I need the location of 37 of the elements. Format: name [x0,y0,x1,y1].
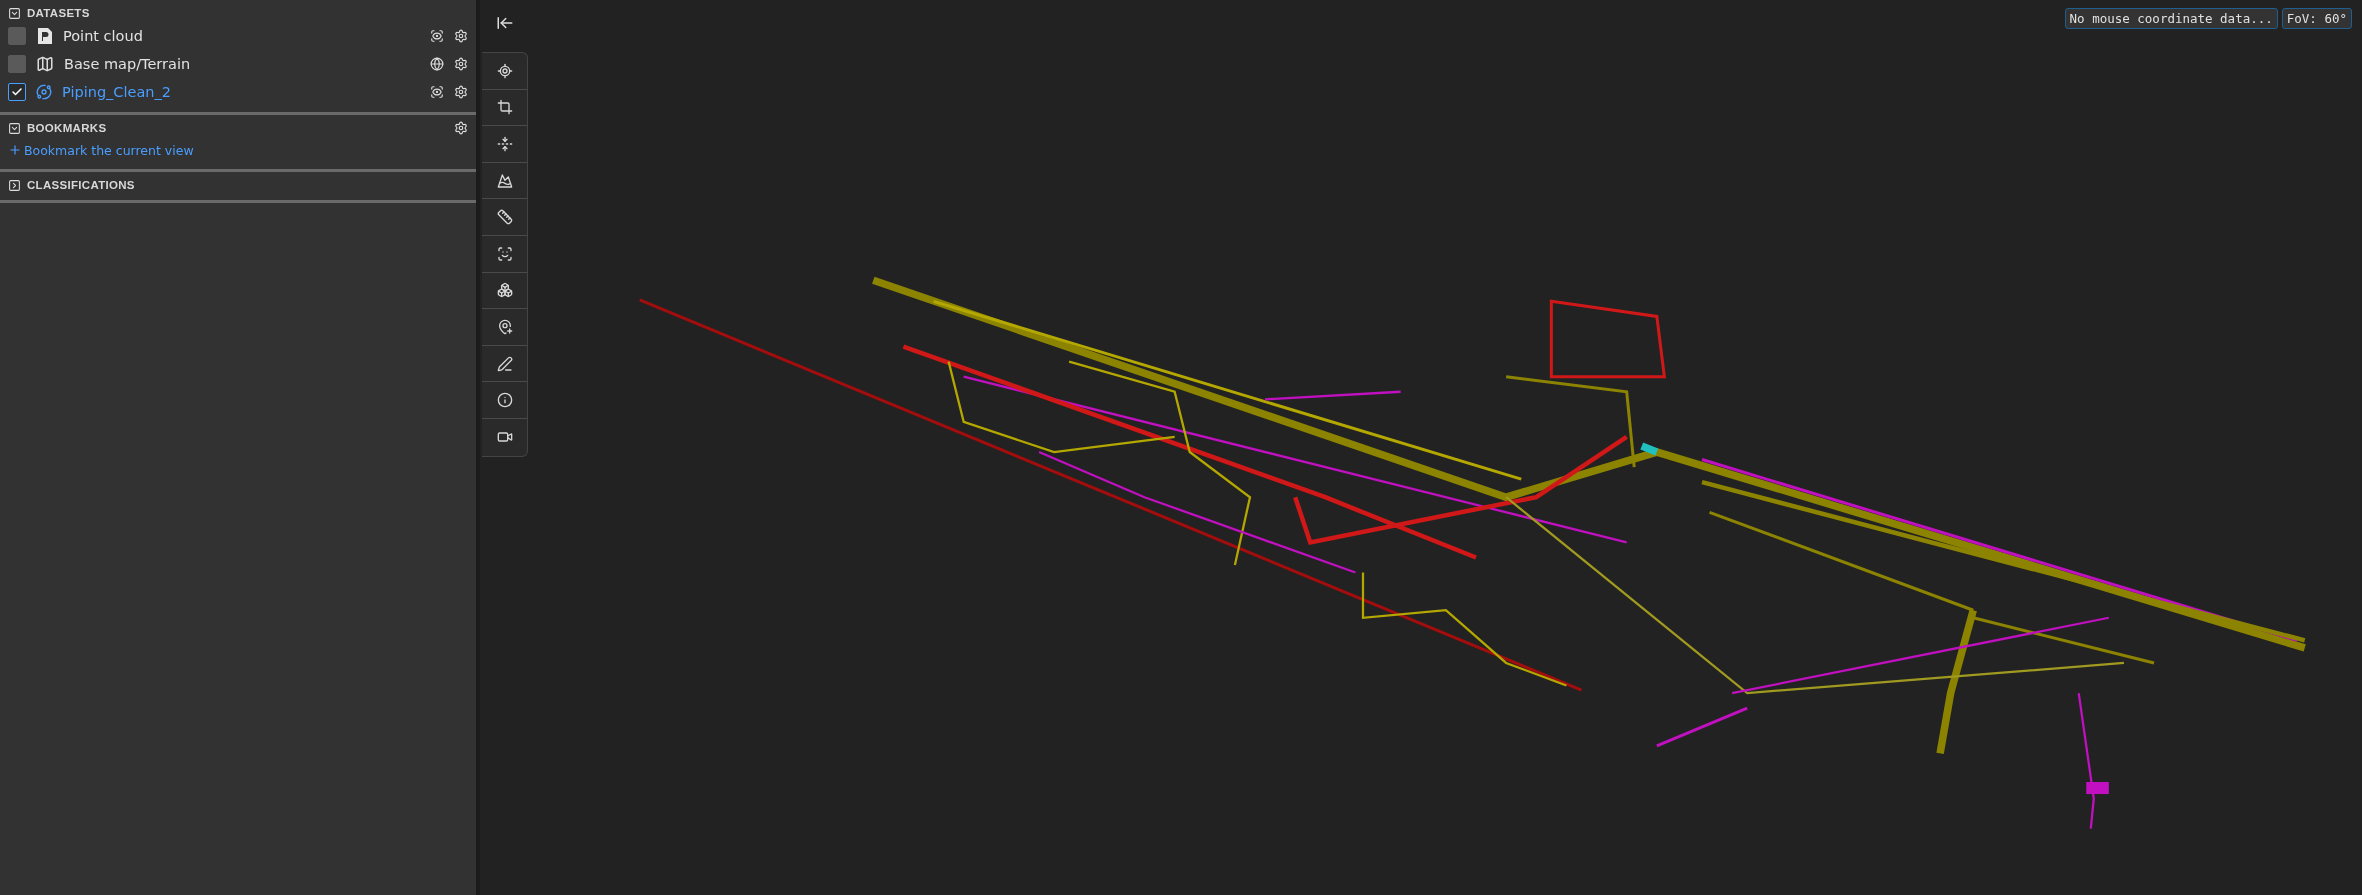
dataset-name[interactable]: Point cloud [63,28,420,44]
settings-icon[interactable] [454,57,468,71]
coordinate-readout: No mouse coordinate data... [2064,8,2278,29]
section-title[interactable]: BOOKMARKS [27,122,448,134]
info-icon [496,392,513,409]
check-icon [11,86,23,98]
checkbox[interactable] [8,83,26,101]
fov-readout: FoV: 60° [2281,8,2352,29]
split-icon [496,136,513,152]
orbit-icon [36,84,52,100]
globe-icon[interactable] [430,57,444,71]
crop-icon [496,99,513,116]
focus-icon[interactable] [430,85,444,99]
settings-icon[interactable] [454,85,468,99]
boxes-icon [496,282,513,299]
dataset-name[interactable]: Base map/Terrain [64,56,420,72]
add-bookmark-link[interactable]: Bookmark the current view [8,137,194,163]
plus-icon [8,143,22,157]
settings-icon[interactable] [454,29,468,43]
section-title[interactable]: CLASSIFICATIONS [27,179,468,191]
document-icon [36,27,53,45]
section-title[interactable]: DATASETS [27,7,468,19]
pen-icon [496,355,513,372]
collapse-icon[interactable] [8,6,21,20]
frame-icon [496,245,513,262]
dataset-name[interactable]: Piping_Clean_2 [62,84,420,100]
map-icon [36,55,54,73]
ruler-icon [496,209,513,226]
checkbox[interactable] [8,55,26,73]
checkbox[interactable] [8,27,26,45]
mountain-icon [496,172,513,189]
collapse-icon[interactable] [8,121,21,135]
focus-icon[interactable] [430,29,444,43]
map-pin-icon [496,318,513,335]
target-icon [496,62,513,79]
expand-icon[interactable] [8,178,21,192]
settings-icon[interactable] [454,121,468,135]
